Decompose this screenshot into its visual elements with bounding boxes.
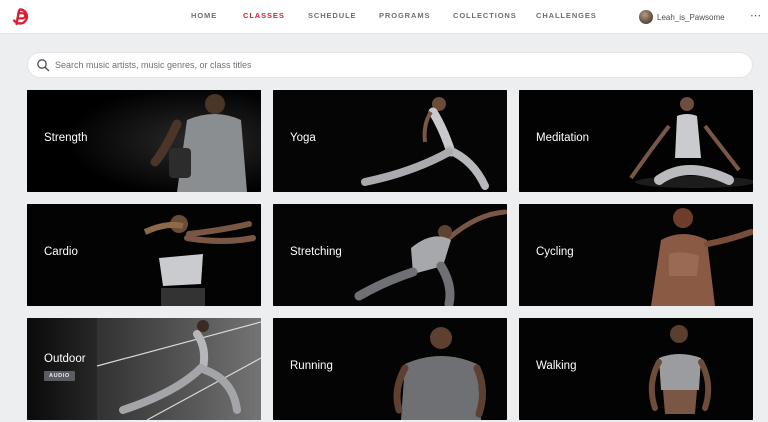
card-title: Yoga [290, 132, 316, 144]
category-card-outdoor[interactable]: Outdoor AUDIO [27, 318, 261, 420]
category-card-running[interactable]: Running [273, 318, 507, 420]
card-title: Walking [536, 360, 577, 372]
nav-classes[interactable]: CLASSES [243, 11, 285, 20]
nav-schedule[interactable]: SCHEDULE [308, 11, 356, 20]
search-icon [37, 59, 50, 72]
search-bar[interactable] [27, 52, 753, 78]
top-navigation-bar: HOME CLASSES SCHEDULE PROGRAMS COLLECTIO… [0, 0, 768, 34]
card-title: Cardio [44, 246, 78, 258]
card-title: Outdoor [44, 353, 86, 365]
card-title: Meditation [536, 132, 590, 144]
category-card-cycling[interactable]: Cycling [519, 204, 753, 306]
nav-programs[interactable]: PROGRAMS [379, 11, 430, 20]
category-card-walking[interactable]: Walking [519, 318, 753, 420]
audio-badge: AUDIO [44, 371, 75, 381]
nav-home[interactable]: HOME [191, 11, 217, 20]
nav-collections[interactable]: COLLECTIONS [453, 11, 517, 20]
avatar[interactable] [639, 10, 653, 24]
category-card-meditation[interactable]: Meditation [519, 90, 753, 192]
outdoor-instructor-image [27, 318, 261, 420]
category-card-stretching[interactable]: Stretching [273, 204, 507, 306]
card-title: Stretching [290, 246, 342, 258]
ellipsis-icon[interactable]: ⋯ [750, 9, 761, 22]
card-title: Running [290, 360, 333, 372]
category-card-cardio[interactable]: Cardio [27, 204, 261, 306]
category-card-yoga[interactable]: Yoga [273, 90, 507, 192]
username[interactable]: Leah_is_Pawsome [657, 13, 725, 22]
search-input[interactable] [55, 60, 715, 70]
category-card-strength[interactable]: Strength [27, 90, 261, 192]
card-title: Cycling [536, 246, 574, 258]
nav-challenges[interactable]: CHALLENGES [536, 11, 597, 20]
user-profile[interactable]: Leah_is_Pawsome [639, 9, 725, 25]
card-title: Strength [44, 132, 88, 144]
